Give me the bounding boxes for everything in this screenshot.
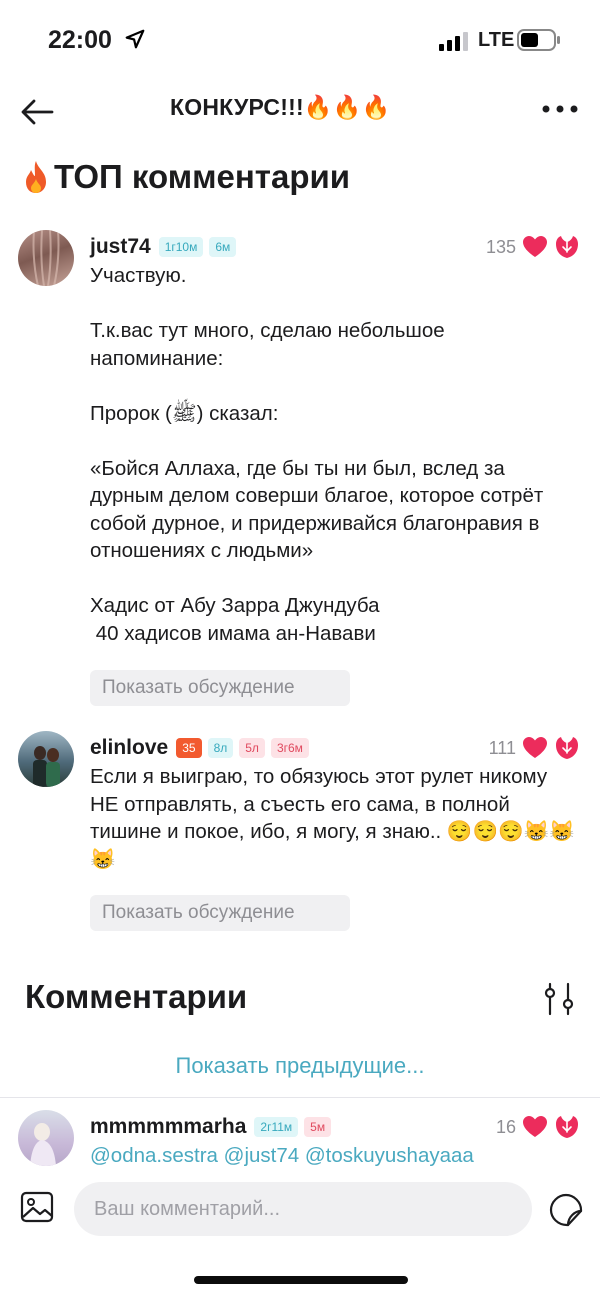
comment-header: mmmmmmarha 2г11м 5м 16 xyxy=(90,1112,580,1142)
username[interactable]: just74 xyxy=(90,235,151,259)
badge: 6м xyxy=(209,237,237,257)
comment-header: just74 1г10м 6м 135 xyxy=(90,232,580,262)
filter-icon[interactable] xyxy=(542,982,576,1016)
like-count: 16 xyxy=(495,1116,516,1137)
tulip-icon[interactable] xyxy=(554,736,580,760)
badge: 5м xyxy=(304,1117,332,1137)
top-comments-label: ТОП комментарии xyxy=(54,158,351,195)
avatar-image xyxy=(30,1123,56,1166)
status-time: 22:00 xyxy=(48,26,112,54)
battery-icon xyxy=(517,29,560,51)
nav-bar: КОНКУРС!!!🔥🔥🔥 xyxy=(0,80,600,144)
image-icon[interactable] xyxy=(20,1190,54,1224)
tulip-icon[interactable] xyxy=(554,235,580,259)
avatar[interactable] xyxy=(18,731,74,787)
heart-icon[interactable] xyxy=(522,1115,548,1139)
page-title: КОНКУРС!!!🔥🔥🔥 xyxy=(170,94,391,120)
comments-title: Комментарии xyxy=(25,978,248,1015)
avatar[interactable] xyxy=(18,1110,74,1166)
top-comments-title: ТОП комментарии xyxy=(22,158,350,196)
username[interactable]: mmmmmmarha xyxy=(90,1115,246,1139)
show-previous-link[interactable]: Показать предыдущие... xyxy=(0,1053,600,1079)
comment-text: Участвую. Т.к.вас тут много, сделаю небо… xyxy=(90,264,544,645)
status-bar: 22:00 LTE xyxy=(0,0,600,80)
more-icon[interactable] xyxy=(540,102,580,116)
comment-header: elinlove 35 8л 5л 3г6м 111 xyxy=(90,733,580,763)
comment-text: Если я выиграю, то обязуюсь этот рулет н… xyxy=(90,765,575,871)
home-indicator xyxy=(194,1276,408,1284)
badge: 8л xyxy=(207,738,234,758)
show-discussion-button[interactable]: Показать обсуждение xyxy=(90,670,350,706)
badge: 3г6м xyxy=(270,738,309,758)
heart-icon[interactable] xyxy=(522,235,548,259)
location-arrow-icon xyxy=(125,29,145,49)
tulip-icon[interactable] xyxy=(554,1115,580,1139)
badge: 5л xyxy=(239,738,265,758)
comment-input[interactable] xyxy=(74,1182,532,1236)
show-discussion-button[interactable]: Показать обсуждение xyxy=(90,895,350,931)
like-count: 135 xyxy=(485,236,516,257)
avatar-image xyxy=(33,746,60,787)
signal-icon xyxy=(439,32,468,51)
username[interactable]: elinlove xyxy=(90,736,168,760)
network-type: LTE xyxy=(478,29,515,51)
level-badge: 35 xyxy=(176,738,202,758)
sticker-icon[interactable] xyxy=(548,1192,584,1228)
likes: 111 xyxy=(489,736,580,760)
like-count: 111 xyxy=(488,737,516,758)
divider xyxy=(0,1097,600,1098)
badge: 1г10м xyxy=(158,237,204,257)
comment-input-bar xyxy=(0,1180,600,1240)
badge: 2г11м xyxy=(254,1117,299,1137)
comment-text[interactable]: @odna.sestra @just74 @toskuyushayaaa xyxy=(90,1142,580,1170)
likes: 16 xyxy=(496,1115,580,1139)
avatar-image xyxy=(32,230,60,286)
back-arrow-icon[interactable] xyxy=(18,92,58,132)
avatar[interactable] xyxy=(18,230,74,286)
fire-icon xyxy=(26,161,46,193)
likes: 135 xyxy=(486,235,580,259)
heart-icon[interactable] xyxy=(522,736,548,760)
